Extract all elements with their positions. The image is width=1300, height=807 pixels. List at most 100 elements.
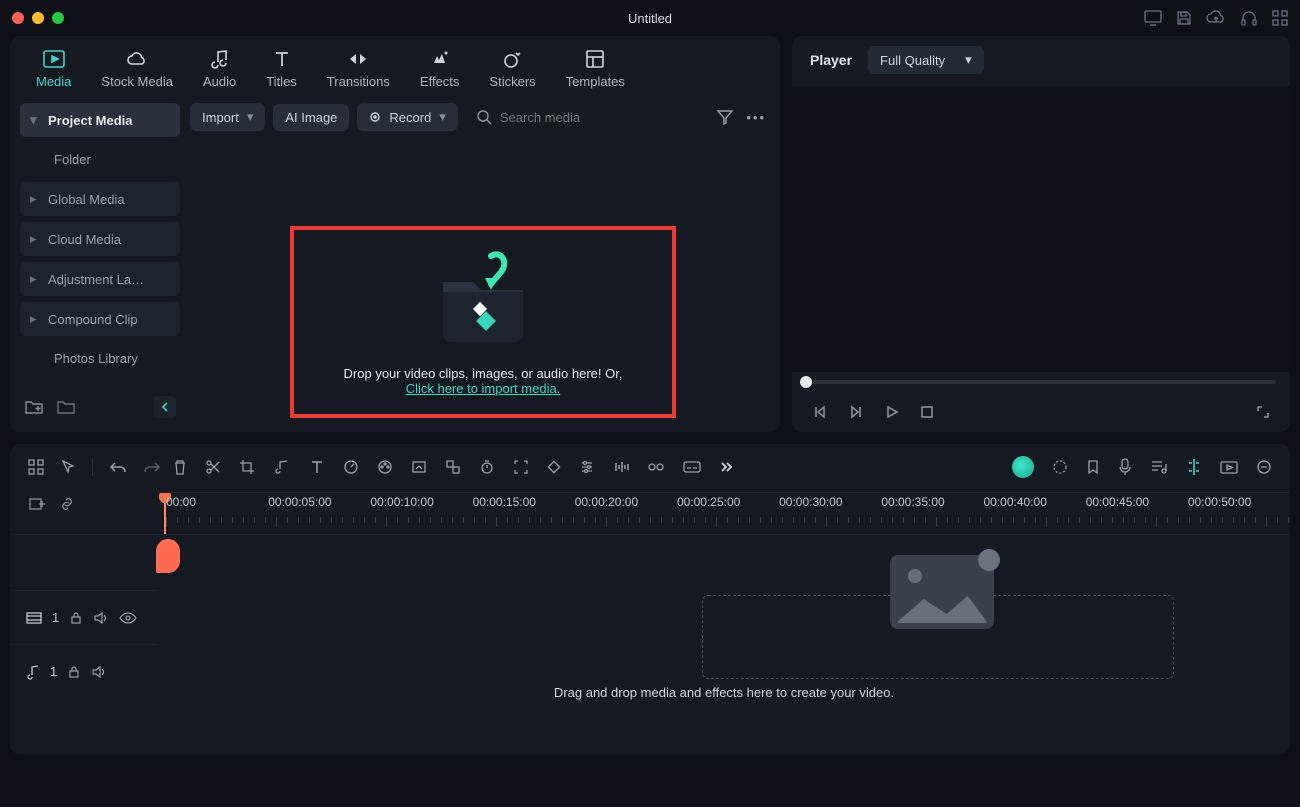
split-preview-icon[interactable] [1186,458,1202,476]
add-track-icon[interactable] [28,496,46,534]
quality-select[interactable]: Full Quality ▾ [868,46,984,74]
delete-icon[interactable] [173,459,187,475]
crop-icon[interactable] [239,459,255,475]
redo-icon[interactable] [143,460,161,474]
ai-assistant-icon[interactable] [1012,456,1034,478]
tab-titles[interactable]: Titles [260,44,303,93]
more-options-icon[interactable]: ••• [746,110,766,125]
play-icon[interactable] [884,404,900,420]
music-list-icon[interactable] [1150,459,1168,475]
ai-image-button[interactable]: AI Image [273,104,349,131]
equalizer-icon[interactable] [613,459,629,475]
seek-handle[interactable] [800,376,812,388]
tab-stock-media[interactable]: Stock Media [95,44,179,93]
filter-icon[interactable] [716,109,734,125]
media-icon [42,48,66,70]
sidebar-item-adjustment-layer[interactable]: ▸ Adjustment La… [20,262,180,296]
mask-icon[interactable] [445,459,461,475]
tab-templates[interactable]: Templates [560,44,631,93]
microphone-icon[interactable] [1118,458,1132,476]
sidebar-item-cloud-media[interactable]: ▸ Cloud Media [20,222,180,256]
record-button[interactable]: Record ▾ [357,103,457,131]
tab-transitions[interactable]: Transitions [321,44,396,93]
chevron-down-icon: ▾ [30,112,40,128]
minimize-window-button[interactable] [32,12,44,24]
sidebar-item-compound-clip[interactable]: ▸ Compound Clip [20,302,180,336]
media-drop-zone[interactable]: Drop your video clips, images, or audio … [290,226,676,418]
snapshot-icon[interactable] [1220,460,1238,474]
visibility-icon[interactable] [119,612,137,624]
cloud-upload-icon[interactable] [1206,10,1226,26]
media-placeholder-thumb[interactable] [890,555,994,629]
stop-icon[interactable] [920,405,934,419]
tab-media[interactable]: Media [30,44,77,93]
import-folder-icon [314,248,652,352]
mute-icon[interactable] [91,665,107,679]
sidebar-item-folder[interactable]: Folder [20,143,180,176]
speed-icon[interactable] [343,459,359,475]
stopwatch-icon[interactable] [479,459,495,475]
color-icon[interactable] [377,459,393,475]
layout-grid-icon[interactable] [28,459,44,475]
render-icon[interactable] [1052,459,1068,475]
import-media-link[interactable]: Click here to import media. [406,381,561,396]
timeline-toolbar [10,452,1290,486]
sidebar-item-label: Cloud Media [48,232,121,247]
adjust-icon[interactable] [579,459,595,475]
headphones-icon[interactable] [1240,10,1258,26]
link-icon[interactable] [58,496,76,534]
import-button[interactable]: Import ▾ [190,103,265,131]
timeline-ruler[interactable]: 00:0000:00:05:0000:00:10:0000:00:15:0000… [158,492,1290,534]
zoom-out-icon[interactable] [1256,459,1272,475]
marker-icon[interactable] [1086,459,1100,475]
display-icon[interactable] [1144,10,1162,26]
video-track-head[interactable]: 1 [10,590,158,644]
scissors-icon[interactable] [205,459,221,475]
ruler-head [10,492,158,534]
keyframe-icon[interactable] [547,460,561,474]
effects-icon [429,48,451,70]
sidebar-item-global-media[interactable]: ▸ Global Media [20,182,180,216]
subtitle-icon[interactable] [683,460,701,474]
sidebar-item-label: Compound Clip [48,312,138,327]
tab-effects[interactable]: Effects [414,44,466,93]
lock-icon[interactable] [67,665,81,679]
quality-value: Full Quality [880,53,945,68]
sidebar-item-photos-library[interactable]: Photos Library [20,342,180,375]
ruler-labels: 00:0000:00:05:0000:00:10:0000:00:15:0000… [166,495,1290,509]
audio-track-head[interactable]: 1 [10,644,158,698]
player-viewport [792,86,1290,372]
text-tool-icon[interactable] [309,459,325,475]
playhead-marker[interactable] [156,539,180,573]
greenscreen-icon[interactable] [411,459,427,475]
grid-icon[interactable] [1272,10,1288,26]
tab-audio[interactable]: Audio [197,44,242,93]
sidebar-item-project-media[interactable]: ▾ Project Media [20,103,180,137]
audio-beat-icon[interactable] [273,460,291,474]
cursor-icon[interactable] [60,459,76,475]
tab-stickers[interactable]: Stickers [483,44,541,93]
search-input[interactable] [500,110,676,125]
media-sidebar: ▾ Project Media Folder ▸ Global Media ▸ … [10,93,190,432]
chevron-down-icon: ▾ [247,109,254,125]
timeline-track-area[interactable]: Drag and drop media and effects here to … [158,534,1290,754]
collapse-sidebar-icon[interactable] [154,396,176,418]
expand-icon[interactable] [1256,404,1270,420]
save-icon[interactable] [1176,10,1192,26]
new-folder-icon[interactable] [24,398,44,416]
mixer-icon[interactable] [647,460,665,474]
prev-frame-icon[interactable] [812,404,828,420]
seek-bar[interactable] [792,372,1290,392]
ai-image-label: AI Image [285,110,337,125]
audio-track-icon [26,664,40,680]
record-label: Record [389,110,431,125]
fullscreen-window-button[interactable] [52,12,64,24]
undo-icon[interactable] [109,460,127,474]
close-window-button[interactable] [12,12,24,24]
more-tools-icon[interactable] [719,461,733,473]
lock-icon[interactable] [69,611,83,625]
mute-icon[interactable] [93,611,109,625]
folder-icon[interactable] [56,398,76,416]
focus-icon[interactable] [513,459,529,475]
next-frame-icon[interactable] [848,404,864,420]
